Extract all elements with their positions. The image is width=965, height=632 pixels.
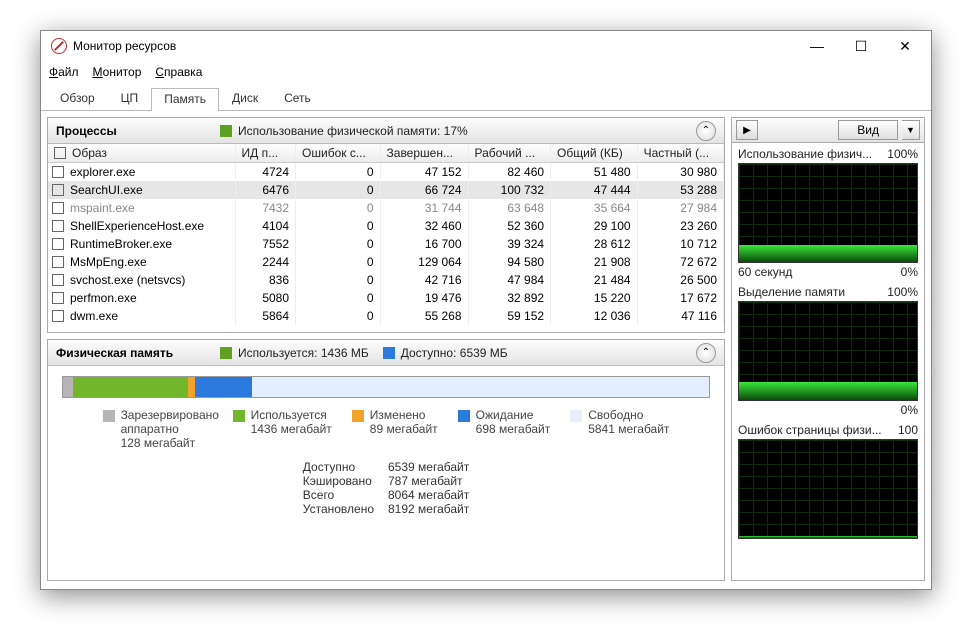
- memory-bar: [62, 376, 710, 398]
- physmem-title: Физическая память: [56, 346, 206, 360]
- titlebar[interactable]: Монитор ресурсов: [41, 31, 931, 61]
- row-checkbox[interactable]: [52, 292, 64, 304]
- avail-chip-icon: [383, 347, 395, 359]
- process-row[interactable]: dwm.exe5864055 26859 15212 03647 116: [48, 307, 724, 325]
- memory-stats: ДоступноКэшированоВсегоУстановлено 6539 …: [62, 460, 710, 516]
- row-checkbox[interactable]: [52, 220, 64, 232]
- processes-usage-label: Использование физической памяти: 17%: [238, 124, 468, 138]
- view-dropdown-button[interactable]: ▼: [902, 120, 920, 140]
- process-row[interactable]: perfmon.exe5080019 47632 89215 22017 672: [48, 289, 724, 307]
- collapse-physmem-button[interactable]: ⌃: [696, 343, 716, 363]
- chart-pagefaults: Ошибок страницы физи...100: [738, 423, 918, 539]
- tabstrip: Обзор ЦП Память Диск Сеть: [41, 87, 931, 111]
- window-title: Монитор ресурсов: [73, 39, 795, 53]
- view-button[interactable]: Вид: [838, 120, 898, 140]
- tab-cpu[interactable]: ЦП: [108, 87, 152, 110]
- select-all-checkbox[interactable]: [54, 147, 66, 159]
- process-row[interactable]: explorer.exe4724047 15282 46051 48030 98…: [48, 163, 724, 182]
- menu-monitor[interactable]: Монитор: [93, 65, 142, 79]
- minimize-button[interactable]: [795, 32, 839, 60]
- collapse-processes-button[interactable]: ⌃: [696, 121, 716, 141]
- process-row[interactable]: svchost.exe (netsvcs)836042 71647 98421 …: [48, 271, 724, 289]
- process-row[interactable]: MsMpEng.exe22440129 06494 58021 90872 67…: [48, 253, 724, 271]
- row-checkbox[interactable]: [52, 274, 64, 286]
- row-checkbox[interactable]: [52, 202, 64, 214]
- processes-title: Процессы: [56, 124, 206, 138]
- menu-file[interactable]: Файл: [49, 65, 79, 79]
- row-checkbox[interactable]: [52, 310, 64, 322]
- row-checkbox[interactable]: [52, 256, 64, 268]
- row-checkbox[interactable]: [52, 238, 64, 250]
- tab-overview[interactable]: Обзор: [47, 87, 108, 110]
- process-row[interactable]: SearchUI.exe6476066 724100 73247 44453 2…: [48, 181, 724, 199]
- app-icon: [51, 38, 67, 54]
- used-chip-icon: [220, 347, 232, 359]
- process-row[interactable]: RuntimeBroker.exe7552016 70039 32428 612…: [48, 235, 724, 253]
- usage-chip-icon: [220, 125, 232, 137]
- tab-disk[interactable]: Диск: [219, 87, 271, 110]
- memory-legend: Зарезервировано аппаратно128 мегабайт Ис…: [62, 408, 710, 450]
- row-checkbox[interactable]: [52, 184, 64, 196]
- processes-panel: Процессы Использование физической памяти…: [47, 117, 725, 333]
- tab-memory[interactable]: Память: [151, 88, 219, 111]
- chart-phys-usage: Использование физич...100% 60 секунд0%: [738, 147, 918, 279]
- physmem-panel: Физическая память Используется: 1436 МБ …: [47, 339, 725, 581]
- maximize-button[interactable]: [839, 32, 883, 60]
- chart-commit: Выделение памяти100% 0%: [738, 285, 918, 417]
- process-row[interactable]: mspaint.exe7432031 74463 64835 66427 984: [48, 199, 724, 217]
- process-row[interactable]: ShellExperienceHost.exe4104032 46052 360…: [48, 217, 724, 235]
- row-checkbox[interactable]: [52, 166, 64, 178]
- processes-table[interactable]: Образ ИД п... Ошибок с... Завершен... Ра…: [48, 144, 724, 325]
- menubar: Файл Монитор Справка: [41, 61, 931, 83]
- close-button[interactable]: [883, 32, 927, 60]
- menu-help[interactable]: Справка: [155, 65, 202, 79]
- chart-prev-button[interactable]: ▶: [736, 120, 758, 140]
- tab-network[interactable]: Сеть: [271, 87, 324, 110]
- app-window: Монитор ресурсов Файл Монитор Справка Об…: [40, 30, 932, 590]
- charts-toolbar: ▶ Вид ▼: [731, 117, 925, 143]
